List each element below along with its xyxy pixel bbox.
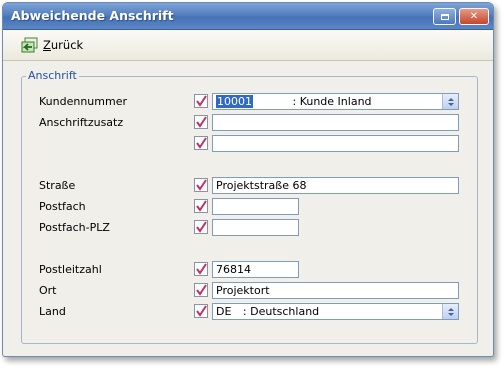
check-icon bbox=[196, 263, 207, 275]
land-check[interactable] bbox=[194, 304, 208, 318]
restore-icon bbox=[440, 13, 449, 20]
anschriftzusatz-input-2[interactable] bbox=[212, 135, 459, 152]
ort-label: Ort bbox=[39, 284, 57, 297]
close-button[interactable]: ✕ bbox=[459, 8, 489, 25]
anschriftzusatz-label: Anschriftzusatz bbox=[39, 116, 124, 129]
postfach-plz-check[interactable] bbox=[194, 220, 208, 234]
postleitzahl-label: Postleitzahl bbox=[39, 263, 102, 276]
kundennummer-code: 10001 bbox=[216, 95, 253, 108]
restore-button[interactable] bbox=[433, 8, 456, 25]
arrow-back-icon bbox=[21, 37, 38, 53]
kundennummer-combo[interactable]: 10001 : Kunde Inland bbox=[212, 93, 459, 110]
check-icon bbox=[196, 200, 207, 212]
check-icon bbox=[196, 95, 207, 107]
land-label: Land bbox=[39, 305, 66, 318]
kundennummer-spin-icon[interactable] bbox=[442, 94, 458, 109]
check-icon bbox=[196, 284, 207, 296]
kundennummer-check[interactable] bbox=[194, 94, 208, 108]
check-icon bbox=[196, 137, 207, 149]
strasse-check[interactable] bbox=[194, 178, 208, 192]
ort-input[interactable]: Projektort bbox=[212, 282, 459, 299]
check-icon bbox=[196, 116, 207, 128]
postfach-plz-label: Postfach-PLZ bbox=[39, 221, 110, 234]
anschriftzusatz-check-1[interactable] bbox=[194, 115, 208, 129]
land-text: : Deutschland bbox=[242, 305, 320, 318]
kundennummer-text: : Kunde Inland bbox=[292, 95, 372, 108]
postleitzahl-input[interactable]: 76814 bbox=[212, 261, 299, 278]
anschriftzusatz-input-1[interactable] bbox=[212, 114, 459, 131]
strasse-input[interactable]: Projektstraße 68 bbox=[212, 177, 459, 194]
window-title: Abweichende Anschrift bbox=[11, 8, 174, 23]
ort-check[interactable] bbox=[194, 283, 208, 297]
check-icon bbox=[196, 179, 207, 191]
land-combo[interactable]: DE : Deutschland bbox=[212, 303, 459, 320]
dialog-window: Abweichende Anschrift ✕ Zurück Anschrift… bbox=[2, 2, 494, 357]
title-bar[interactable]: Abweichende Anschrift ✕ bbox=[3, 3, 493, 30]
group-legend: Anschrift bbox=[26, 69, 79, 82]
postfach-plz-input[interactable] bbox=[212, 219, 299, 236]
strasse-label: Straße bbox=[39, 179, 76, 192]
postfach-input[interactable] bbox=[212, 198, 299, 215]
postfach-label: Postfach bbox=[39, 200, 86, 213]
land-spin-icon[interactable] bbox=[442, 304, 458, 319]
kundennummer-label: Kundennummer bbox=[39, 95, 127, 108]
postleitzahl-check[interactable] bbox=[194, 262, 208, 276]
check-icon bbox=[196, 221, 207, 233]
back-button[interactable]: Zurück bbox=[21, 36, 83, 54]
land-code: DE bbox=[216, 305, 232, 318]
check-icon bbox=[196, 305, 207, 317]
anschriftzusatz-check-2[interactable] bbox=[194, 136, 208, 150]
toolbar: Zurück bbox=[3, 30, 493, 61]
postfach-check[interactable] bbox=[194, 199, 208, 213]
back-label: Zurück bbox=[43, 38, 84, 52]
close-icon: ✕ bbox=[469, 10, 479, 22]
